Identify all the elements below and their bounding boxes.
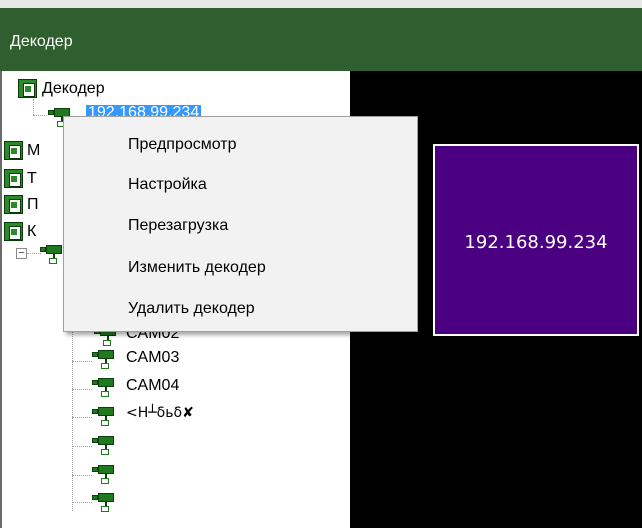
tree-item-partial[interactable]: М xyxy=(27,142,40,160)
camera-icon xyxy=(90,376,120,398)
menu-item-edit-decoder[interactable]: Изменить декодер xyxy=(64,248,417,288)
tree-connector xyxy=(72,389,92,390)
tree-connector xyxy=(72,361,92,362)
context-menu: Предпросмотр Настройка Перезагрузка Изме… xyxy=(63,116,418,332)
tree-expander-minus[interactable]: − xyxy=(16,248,27,259)
camera-icon[interactable] xyxy=(90,463,120,485)
camera-item-label[interactable]: CAM03 xyxy=(126,349,179,367)
menu-item-settings[interactable]: Настройка xyxy=(64,165,417,205)
tree-connector xyxy=(72,331,73,511)
camera-item-label[interactable]: <H┴δьδ✘ xyxy=(126,405,194,421)
tree-connector xyxy=(72,446,92,447)
tree-connector xyxy=(72,417,92,418)
decoder-preview-tile[interactable]: 192.168.99.234 xyxy=(433,144,639,336)
menu-item-delete-decoder[interactable]: Удалить декодер xyxy=(64,289,417,329)
camera-item-label[interactable]: CAM04 xyxy=(126,377,179,395)
tree-item-partial[interactable]: К xyxy=(27,223,36,241)
tree-item-partial[interactable]: П xyxy=(27,196,39,214)
camera-icon xyxy=(90,405,120,427)
decoder-group-icon xyxy=(4,169,23,188)
decoder-group-icon xyxy=(4,195,23,214)
tree-root-label[interactable]: Декодер xyxy=(42,80,105,98)
preview-ip-label: 192.168.99.234 xyxy=(464,232,608,253)
decoder-group-icon xyxy=(18,79,37,98)
tree-connector xyxy=(33,99,34,115)
decoder-group-icon xyxy=(4,141,23,160)
camera-icon[interactable] xyxy=(90,434,120,456)
decoder-group-icon xyxy=(4,222,23,241)
tree-item-partial[interactable]: Т xyxy=(27,170,37,188)
menu-item-reboot[interactable]: Перезагрузка xyxy=(64,206,417,246)
tree-connector xyxy=(33,115,47,116)
window-title: Декодер xyxy=(10,33,73,50)
camera-item-label[interactable]: CAM02 xyxy=(126,332,179,340)
tree-connector xyxy=(72,502,92,503)
tree-connector xyxy=(72,475,92,476)
menu-item-preview[interactable]: Предпросмотр xyxy=(64,125,417,165)
camera-icon[interactable] xyxy=(90,491,120,513)
window-titlebar: Декодер xyxy=(0,0,642,71)
camera-icon xyxy=(90,348,120,370)
